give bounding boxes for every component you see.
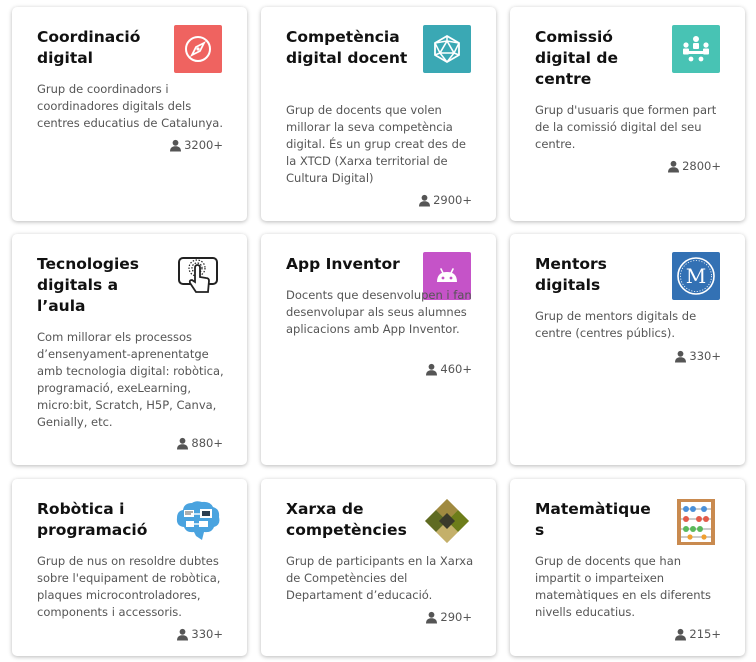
member-count-value: 330+ [689, 349, 721, 363]
card-title: Tecnologies digitals a l’aula [37, 255, 140, 315]
card-title: Robòtica i programació [37, 500, 148, 539]
mentor-m-icon: M [672, 252, 720, 300]
member-count-value: 3200+ [184, 138, 223, 152]
card-description: Grup de docents que volen millorar la se… [286, 103, 466, 185]
card-title: App Inventor [286, 255, 400, 273]
touch-screen-icon [176, 254, 220, 298]
card-description: Grup de docents que han impartit o impar… [535, 554, 711, 619]
member-count-value: 2800+ [682, 159, 721, 173]
meeting-icon [672, 25, 720, 73]
community-card-competencia-digital-docent[interactable]: Competència digital docent Grup de docen… [261, 7, 496, 221]
user-icon [419, 194, 431, 206]
member-count-value: 330+ [191, 627, 223, 641]
user-icon [675, 628, 687, 640]
abacus-icon [674, 497, 718, 547]
member-count-value: 2900+ [433, 193, 472, 207]
card-title: Mentors digitals [535, 255, 607, 294]
member-count: 290+ [425, 610, 472, 624]
member-count: 460+ [425, 362, 472, 376]
card-description: Grup de coordinadors i coordinadores dig… [37, 82, 224, 130]
compass-icon [174, 25, 222, 73]
network-globe-icon [423, 25, 471, 73]
community-card-xarxa-competencies[interactable]: Xarxa de competències Grup de participan… [261, 479, 496, 656]
member-count: 880+ [176, 436, 223, 450]
card-title: Matemàtique s [535, 500, 651, 539]
robot-brain-icon [174, 497, 222, 545]
user-icon [426, 363, 438, 375]
user-icon [426, 611, 438, 623]
card-description: Grup de mentors digitals de centre (cent… [535, 309, 697, 340]
card-description: Grup d'usuaris que formen part de la com… [535, 103, 717, 151]
member-count: 330+ [674, 349, 721, 363]
community-card-robotica-programacio[interactable]: Robòtica i programació Grup de nus on re… [12, 479, 247, 656]
community-card-coordinacio-digital[interactable]: Coordinació digital Grup de coordinadors… [12, 7, 247, 221]
member-count-value: 460+ [440, 362, 472, 376]
community-card-matematiques[interactable]: Matemàtique s Grup de docents que han im… [510, 479, 745, 656]
card-title: Comissió digital de centre [535, 28, 619, 88]
card-description: Com millorar els processos d’ensenyament… [37, 330, 224, 429]
community-card-comissio-digital-centre[interactable]: Comissió digital de centre Grup d'usuari… [510, 7, 745, 221]
user-icon [675, 350, 687, 362]
card-description: Grup de participants en la Xarxa de Comp… [286, 554, 474, 602]
community-grid: Coordinació digital Grup de coordinadors… [0, 0, 756, 662]
member-count-value: 290+ [440, 610, 472, 624]
member-count-value: 880+ [191, 436, 223, 450]
member-count: 330+ [176, 627, 223, 641]
card-title: Coordinació digital [37, 28, 141, 67]
community-card-mentors-digitals[interactable]: Mentors digitals M Grup de mentors digit… [510, 234, 745, 465]
member-count: 2900+ [418, 193, 472, 207]
user-icon [177, 437, 189, 449]
svg-text:M: M [686, 264, 706, 288]
user-icon [668, 160, 680, 172]
member-count-value: 215+ [689, 627, 721, 641]
member-count: 215+ [674, 627, 721, 641]
user-icon [170, 139, 182, 151]
card-description: Grup de nus on resoldre dubtes sobre l'e… [37, 554, 221, 619]
card-title: Xarxa de competències [286, 500, 407, 539]
card-description: Docents que desenvolupen i fan desenvolu… [286, 288, 472, 336]
member-count: 2800+ [667, 159, 721, 173]
community-card-tecnologies-digitals[interactable]: Tecnologies digitals a l’aula Com millor… [12, 234, 247, 465]
diamond-network-icon [423, 497, 471, 545]
community-card-app-inventor[interactable]: App Inventor Docents que desenvolupen i … [261, 234, 496, 465]
card-title: Competència digital docent [286, 28, 408, 67]
member-count: 3200+ [169, 138, 223, 152]
user-icon [177, 628, 189, 640]
